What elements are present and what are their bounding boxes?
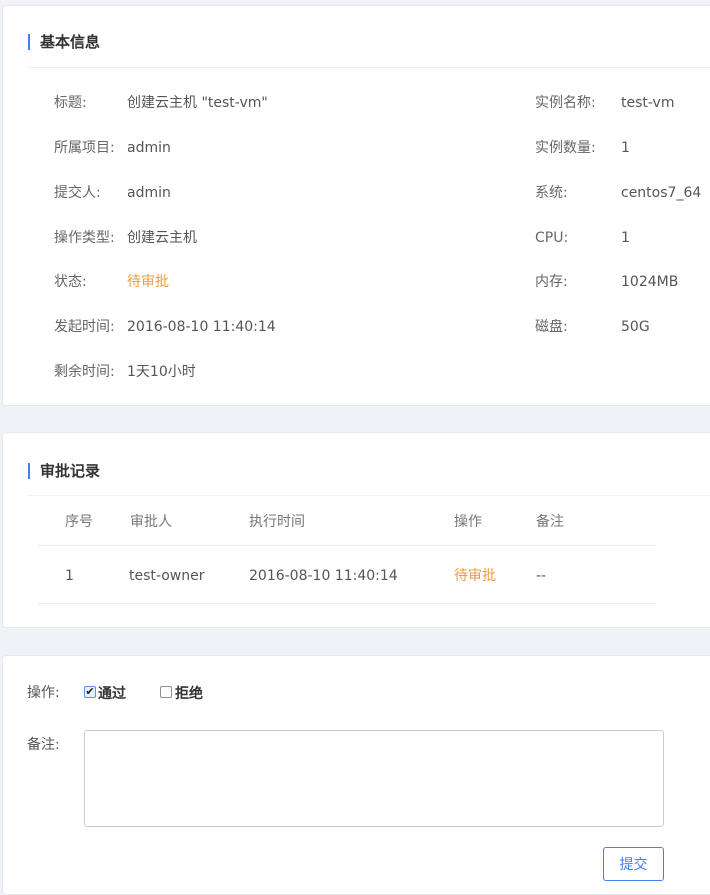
operation-type-label: 操作类型:	[54, 230, 115, 246]
memory-label: 内存:	[535, 274, 568, 290]
checkmark-icon: ✔	[85, 685, 95, 698]
project-label: 所属项目:	[54, 140, 115, 156]
remaining-time-label: 剩余时间:	[54, 364, 115, 380]
instance-count-value: 1	[621, 140, 630, 156]
instance-name-label: 实例名称:	[535, 95, 596, 111]
instance-count-label: 实例数量:	[535, 140, 596, 156]
row-approver-cell: test-owner	[129, 568, 205, 584]
status-value: 待审批	[127, 274, 169, 290]
row-remark-cell: --	[536, 568, 547, 584]
row-exec-time-cell: 2016-08-10 11:40:14	[249, 568, 398, 584]
approval-records-title: 审批记录	[28, 462, 100, 480]
approval-records-divider	[28, 495, 710, 496]
reject-checkbox[interactable]	[160, 686, 172, 698]
col-approver-header: 审批人	[130, 514, 172, 530]
remark-label: 备注:	[27, 737, 60, 753]
title-value: 创建云主机 "test-vm"	[127, 95, 268, 111]
os-label: 系统:	[535, 185, 568, 201]
basic-info-divider	[28, 67, 710, 68]
basic-info-title: 基本信息	[28, 33, 100, 51]
approval-records-card	[2, 432, 710, 628]
operation-type-value: 创建云主机	[127, 230, 197, 246]
status-label: 状态:	[54, 274, 87, 290]
row-operation-cell: 待审批	[454, 568, 496, 584]
remark-textarea[interactable]	[84, 730, 664, 827]
operation-label: 操作:	[27, 685, 60, 701]
cpu-value: 1	[621, 230, 630, 246]
remaining-time-value: 1天10小时	[127, 364, 196, 380]
col-remark-header: 备注	[536, 514, 564, 530]
approve-checkbox[interactable]: ✔	[84, 686, 96, 698]
submit-button[interactable]: 提交	[603, 847, 664, 881]
col-index-header: 序号	[65, 514, 93, 530]
os-value: centos7_64	[621, 185, 702, 201]
submitter-value: admin	[127, 185, 171, 201]
submitter-label: 提交人:	[54, 185, 101, 201]
start-time-label: 发起时间:	[54, 319, 115, 335]
cpu-label: CPU:	[535, 230, 569, 246]
approve-label[interactable]: 通过	[98, 685, 126, 703]
project-value: admin	[127, 140, 171, 156]
row-index-cell: 1	[65, 568, 74, 584]
start-time-value: 2016-08-10 11:40:14	[127, 319, 276, 335]
col-operation-header: 操作	[454, 514, 482, 530]
table-header-divider	[38, 545, 656, 546]
col-exec-time-header: 执行时间	[249, 514, 305, 530]
title-label: 标题:	[54, 95, 87, 111]
basic-info-card	[2, 5, 710, 406]
memory-value: 1024MB	[621, 274, 679, 290]
disk-value: 50G	[621, 319, 650, 335]
disk-label: 磁盘:	[535, 319, 568, 335]
table-row-divider	[38, 603, 656, 604]
instance-name-value: test-vm	[621, 95, 675, 111]
reject-label[interactable]: 拒绝	[175, 685, 203, 703]
